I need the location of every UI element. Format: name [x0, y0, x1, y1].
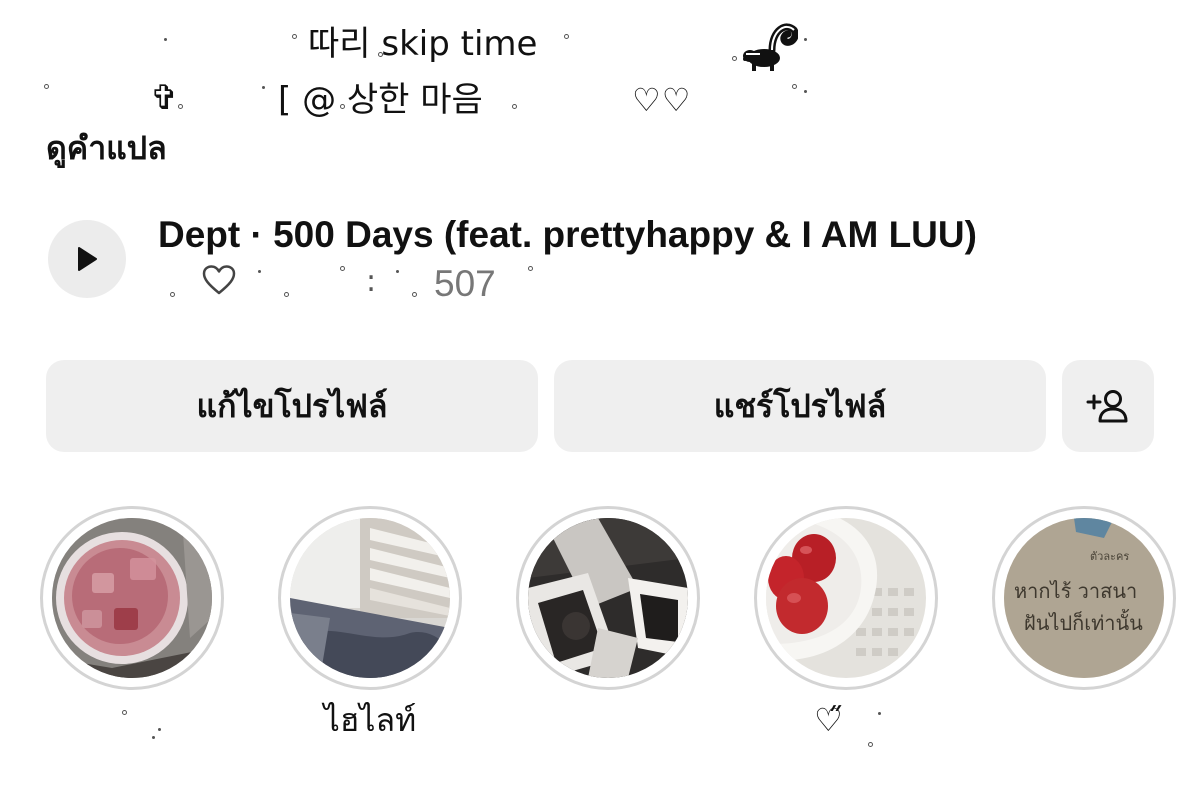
highlight-3[interactable]	[516, 506, 700, 690]
bio-line-2: [ @ 상한 마음	[278, 80, 483, 120]
cross-symbol: ✞	[150, 78, 179, 118]
decor-speck	[164, 38, 167, 41]
photo-line-2: ฝันไปก็เท่านั้น	[1024, 609, 1143, 635]
decor-dot	[792, 84, 797, 89]
decor-speck	[258, 270, 261, 273]
highlight-2[interactable]	[278, 506, 462, 690]
highlight-4-cover	[766, 518, 926, 678]
decor-dot	[340, 266, 345, 271]
highlight-2-label: ไฮไลท์	[323, 701, 417, 739]
song-count: 507	[434, 263, 496, 304]
decor-dot	[44, 84, 49, 89]
play-icon	[78, 247, 97, 271]
highlight-3-cover	[528, 518, 688, 678]
discover-people-button[interactable]	[1062, 360, 1154, 452]
decor-dot	[732, 56, 737, 61]
decor-speck	[804, 38, 807, 41]
heart-outline-icon	[202, 265, 236, 295]
edit-profile-button[interactable]: แก้ไขโปรไฟล์	[46, 360, 538, 452]
decor-dot	[564, 34, 569, 39]
skunk-icon	[743, 23, 798, 71]
decor-speck	[152, 736, 155, 739]
decor-dot	[292, 34, 297, 39]
highlight-5[interactable]: ตัวละคร หากไร้ วาสนา ฝันไปก็เท่านั้น	[992, 506, 1176, 690]
decor-speck	[804, 90, 807, 93]
decor-speck	[396, 270, 399, 273]
highlight-5-cover: ตัวละคร หากไร้ วาสนา ฝันไปก็เท่านั้น	[1004, 518, 1164, 678]
song-title: Dept · 500 Days (feat. prettyhappy & I A…	[158, 214, 977, 255]
play-button[interactable]	[48, 220, 126, 298]
decor-dot	[512, 104, 517, 109]
share-profile-button[interactable]: แชร์โปรไฟล์	[554, 360, 1046, 452]
hearts-text: ♡♡	[632, 81, 692, 119]
decor-dot	[170, 292, 175, 297]
highlight-2-cover	[290, 518, 450, 678]
highlight-1-cover	[52, 518, 212, 678]
song-colon: :	[366, 264, 377, 299]
add-person-icon	[1086, 390, 1128, 423]
decor-dot	[868, 742, 873, 747]
highlight-4-label: ♡̋	[814, 701, 843, 739]
decor-dot	[412, 292, 417, 297]
decor-speck	[878, 712, 881, 715]
photo-small-text: ตัวละคร	[1090, 550, 1129, 563]
decor-dot	[122, 710, 127, 715]
decor-dot	[178, 104, 183, 109]
decor-dot	[284, 292, 289, 297]
decor-dot	[528, 266, 533, 271]
highlight-1[interactable]	[40, 506, 224, 690]
photo-line-1: หากไร้ วาสนา	[1014, 579, 1137, 603]
see-translation-link[interactable]: ดูคำแปล	[46, 126, 167, 170]
decor-speck	[158, 728, 161, 731]
decor-speck	[262, 86, 265, 89]
bio-line-1: 따리 skip time	[308, 24, 538, 64]
highlight-4[interactable]	[754, 506, 938, 690]
